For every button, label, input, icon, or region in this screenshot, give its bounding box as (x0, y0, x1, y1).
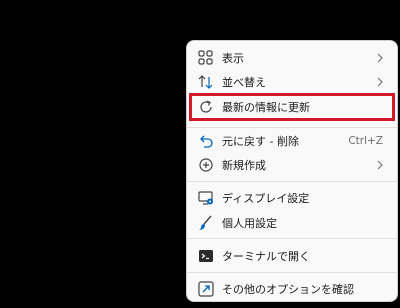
chevron-right-icon (377, 77, 383, 87)
refresh-icon (200, 100, 212, 113)
undo-icon (200, 135, 213, 148)
menu-item-label: ターミナルで開く (222, 250, 310, 263)
menu-item-open-terminal[interactable]: ターミナルで開く (187, 244, 397, 268)
menu-item-display-settings[interactable]: ディスプレイ設定 (187, 186, 397, 210)
menu-item-label: 個人用設定 (222, 217, 277, 230)
menu-item-personalize[interactable]: 個人用設定 (187, 211, 397, 235)
menu-item-view[interactable]: 表示 (187, 46, 397, 70)
new-plus-icon (199, 158, 213, 172)
more-options-icon (198, 281, 214, 297)
separator (187, 238, 397, 239)
chevron-right-icon (377, 160, 383, 170)
view-grid-icon (198, 50, 213, 65)
menu-item-new[interactable]: 新規作成 (187, 153, 397, 177)
separator (187, 181, 397, 182)
separator (187, 127, 397, 128)
menu-item-label: その他のオプションを確認 (222, 283, 354, 296)
menu-item-label: ディスプレイ設定 (222, 192, 310, 205)
personalize-brush-icon (199, 215, 212, 230)
menu-item-label: 並べ替え (222, 76, 266, 89)
menu-item-label: 最新の情報に更新 (222, 101, 310, 114)
menu-item-sort[interactable]: 並べ替え (187, 70, 397, 94)
context-menu: 表示 並べ替え 最新の情報に更新 元に戻す - 削除 Ctrl+Z 新規作成 デ… (186, 40, 398, 302)
menu-item-more-options[interactable]: その他のオプションを確認 (187, 277, 397, 301)
separator (187, 272, 397, 273)
menu-item-label: 表示 (222, 52, 244, 65)
terminal-icon (199, 250, 213, 262)
menu-item-undo-delete[interactable]: 元に戻す - 削除 Ctrl+Z (187, 129, 397, 153)
sort-icon (198, 75, 213, 89)
display-settings-icon (198, 191, 213, 205)
menu-item-refresh[interactable]: 最新の情報に更新 (187, 95, 397, 119)
shortcut-text: Ctrl+Z (348, 135, 383, 147)
menu-item-label: 元に戻す - 削除 (222, 135, 299, 148)
chevron-right-icon (377, 53, 383, 63)
menu-item-label: 新規作成 (222, 159, 266, 172)
